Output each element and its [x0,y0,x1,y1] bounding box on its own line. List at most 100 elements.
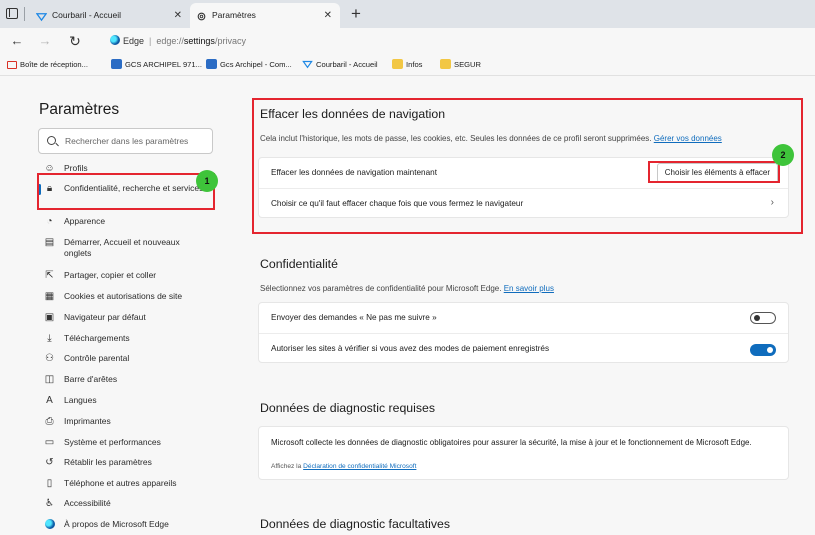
cookies-icon: ▦ [44,291,55,302]
sidebar-item-label: Imprimantes [64,416,111,426]
divider [24,7,25,21]
favorite-label: GCS ARCHIPEL 971... [125,60,202,69]
search-icon [47,136,56,145]
clear-on-close-label: Choisir ce qu'il faut effacer chaque foi… [271,199,524,208]
payment-label: Autoriser les sites à vérifier si vous a… [271,344,550,353]
sidebar-item-label: Téléphone et autres appareils [64,478,177,488]
close-tab-icon[interactable]: ✕ [174,3,182,28]
diagnostics-required-card: Microsoft collecte les données de diagno… [258,426,789,480]
diagnostics-required-text: Microsoft collecte les données de diagno… [271,438,752,447]
sidebar-icon: ◫ [44,374,55,385]
clear-now-label: Effacer les données de navigation mainte… [271,168,437,177]
favorite-label: Infos [406,60,423,69]
printer-icon: ⎙ [45,416,54,427]
sidebar-item-label: Barre d'arêtes [64,374,118,384]
sidebar-item-label: Accessibilité [64,498,111,508]
appearance-icon: ◔ [46,216,53,227]
privacy-description: Sélectionnez vos paramètres de confident… [260,284,554,293]
clear-data-text: Cela inclut l'historique, les mots de pa… [260,134,652,143]
settings-page: Paramètres ☺ Profils 🔒︎ Confidentialité,… [0,77,815,535]
folder-icon [440,59,451,69]
gear-icon [197,12,206,21]
diagnostics-optional-title: Données de diagnostic facultatives [260,517,451,531]
privacy-statement-link[interactable]: Déclaration de confidentialité Microsoft [303,463,416,470]
url-strong: settings [183,36,215,46]
close-tab-icon[interactable]: ✕ [324,3,332,28]
sidebar-item-label: À propos de Microsoft Edge [64,519,169,529]
tab-label: Courbaril - Accueil [52,10,121,20]
learn-more-link[interactable]: En savoir plus [504,284,554,293]
clear-data-title: Effacer les données de navigation [260,107,446,121]
address-bar: ← → ↻ Edge | edge://settings/privacy [0,28,815,54]
refresh-button[interactable]: ↻ [66,32,84,50]
app-icon [111,59,122,69]
home-icon: ▤ [44,237,55,248]
tab-label: Paramètres [212,10,256,20]
family-icon: ⚇ [45,353,54,364]
system-icon: ▭ [44,437,55,448]
sidebar-item-label: Partager, copier et coller [64,270,157,280]
url-field[interactable]: Edge | edge://settings/privacy [110,33,246,49]
sidebar-item-label: Téléchargements [64,333,130,343]
browser-icon: ▣ [44,312,55,323]
search-input[interactable] [65,133,205,149]
url-prefix: edge:// [156,36,184,46]
favorite-folder-segur[interactable]: SEGUR [440,58,481,72]
url-separator: | [149,36,152,46]
tab-actions-icon[interactable] [6,8,18,19]
courbaril-favicon [36,13,47,22]
sidebar-title: Paramètres [39,101,120,118]
favorite-gcs-archipel[interactable]: GCS ARCHIPEL 971... [111,58,202,72]
download-icon: ⤓ [47,333,52,344]
favorite-gmail[interactable]: Boîte de réception... [7,58,88,72]
reset-icon: ↺ [45,457,54,468]
folder-icon [392,59,403,69]
favorite-gcs-com[interactable]: Gcs Archipel - Com... [206,58,292,72]
step-badge-1: 1 [196,170,218,192]
url-rest: /privacy [214,36,246,46]
highlight-box-2 [648,161,780,183]
favorite-label: SEGUR [454,60,482,69]
dnt-row: Envoyer des demandes « Ne pas me suivre … [259,303,788,333]
language-icon: A [46,395,53,406]
edge-icon [110,35,120,45]
favorites-bar: Boîte de réception... GCS ARCHIPEL 971..… [0,54,815,76]
back-button[interactable]: ← [8,32,26,50]
sidebar-item-label: Système et performances [64,437,161,447]
diagnostics-statement: Affichez la Déclaration de confidentiali… [271,463,416,470]
favorite-folder-infos[interactable]: Infos [392,58,422,72]
sidebar-item-label: Langues [64,395,97,405]
new-tab-button[interactable]: + [346,4,366,24]
payment-toggle[interactable] [750,344,776,356]
privacy-title: Confidentialité [260,257,338,271]
phone-icon: ▯ [46,478,53,489]
courbaril-favicon [302,60,313,69]
dnt-toggle[interactable] [750,312,776,324]
share-icon: ⇱ [45,270,54,281]
tab-courbaril[interactable]: Courbaril - Accueil ✕ [30,3,190,28]
site-name: Edge [123,36,145,46]
favorite-courbaril[interactable]: Courbaril - Accueil [302,58,378,72]
favorite-label: Boîte de réception... [20,60,88,69]
diagnostics-required-title: Données de diagnostic requises [260,401,436,415]
settings-search[interactable] [38,128,213,154]
dnt-label: Envoyer des demandes « Ne pas me suivre … [271,313,437,322]
app-icon [206,59,217,69]
payment-row: Autoriser les sites à vérifier si vous a… [259,333,788,364]
highlight-box-1 [37,173,215,210]
sidebar-item-label: Rétablir les paramètres [64,457,152,467]
tab-settings[interactable]: Paramètres ✕ [190,3,340,28]
forward-button[interactable]: → [36,32,54,50]
privacy-card: Envoyer des demandes « Ne pas me suivre … [258,302,789,363]
privacy-text: Sélectionnez vos paramètres de confident… [260,284,502,293]
favorite-label: Gcs Archipel - Com... [220,60,292,69]
manage-data-link[interactable]: Gérer vos données [654,134,722,143]
clear-on-close-row[interactable]: Choisir ce qu'il faut effacer chaque foi… [259,188,788,219]
sidebar-item-label: Démarrer, Accueil et nouveaux onglets [64,237,180,258]
statement-prefix: Affichez la [271,463,302,470]
chevron-right-icon: › [770,197,774,208]
sidebar-item-label: Contrôle parental [64,353,130,363]
sidebar-item-label: Apparence [64,216,106,226]
tab-bar: Courbaril - Accueil ✕ Paramètres ✕ + [0,0,815,28]
sidebar-item-label: Navigateur par défaut [64,312,146,322]
